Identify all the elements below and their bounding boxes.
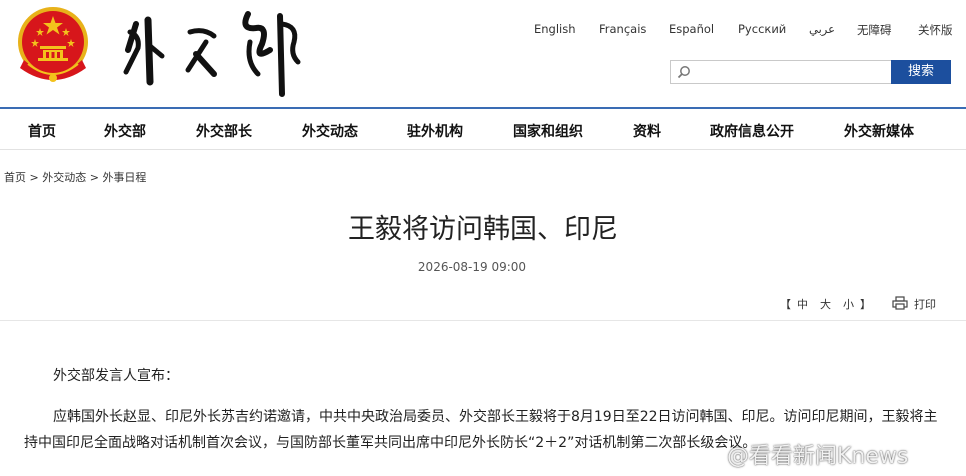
lang-french-link[interactable]: Français — [599, 22, 646, 36]
font-size-medium-button[interactable]: 中 — [797, 298, 808, 311]
printer-icon[interactable] — [892, 295, 912, 310]
nav-item-resources[interactable]: 资料 — [633, 121, 661, 141]
national-emblem-icon[interactable] — [16, 6, 90, 86]
main-nav: 首页 外交部 外交部长 外交动态 驻外机构 国家和组织 资料 政府信息公开 外交… — [0, 109, 966, 150]
lang-russian-link[interactable]: Русский — [738, 22, 786, 36]
watermark: @看看新闻Knews — [727, 444, 909, 469]
search-icon — [677, 66, 690, 79]
font-tools-right-bracket: 】 — [860, 298, 871, 311]
article-divider — [0, 320, 966, 321]
breadcrumb: 首页 > 外交动态 > 外事日程 — [4, 169, 146, 185]
search-button[interactable]: 搜索 — [891, 60, 951, 84]
font-size-small-button[interactable]: 小 — [843, 298, 854, 311]
breadcrumb-home-link[interactable]: 首页 — [4, 171, 26, 184]
nav-item-countries-organizations[interactable]: 国家和组织 — [513, 121, 583, 141]
search-input[interactable] — [670, 60, 893, 84]
lang-arabic-link[interactable]: عربي — [809, 22, 835, 36]
site-header: English Français Español Русский عربي 无障… — [0, 0, 966, 108]
nav-item-ministry[interactable]: 外交部 — [104, 121, 146, 141]
article-paragraph: 外交部发言人宣布： — [53, 368, 179, 384]
accessibility-link[interactable]: 无障碍 — [857, 22, 892, 38]
print-button[interactable]: 打印 — [914, 296, 936, 312]
nav-item-minister[interactable]: 外交部长 — [196, 121, 252, 141]
nav-item-new-media[interactable]: 外交新媒体 — [844, 121, 914, 141]
breadcrumb-news-link[interactable]: 外交动态 — [42, 171, 86, 184]
ministry-calligraphy-logo[interactable] — [118, 2, 308, 98]
breadcrumb-separator: > — [29, 171, 39, 184]
lang-spanish-link[interactable]: Español — [669, 22, 714, 36]
breadcrumb-separator: > — [89, 171, 99, 184]
language-switcher: English Français Español Русский عربي 无障… — [0, 22, 966, 38]
font-size-large-button[interactable]: 大 — [820, 298, 831, 311]
font-size-tools: 【中大小】 — [780, 296, 871, 312]
nav-item-diplomatic-news[interactable]: 外交动态 — [302, 121, 358, 141]
nav-item-missions-abroad[interactable]: 驻外机构 — [407, 121, 463, 141]
elder-care-mode-link[interactable]: 关怀版 — [918, 22, 953, 38]
article-title: 王毅将访问韩国、印尼 — [348, 214, 618, 245]
search-bar: 搜索 — [670, 60, 951, 84]
breadcrumb-schedule-link[interactable]: 外事日程 — [102, 171, 146, 184]
nav-item-home[interactable]: 首页 — [28, 121, 56, 141]
lang-english-link[interactable]: English — [534, 22, 576, 36]
font-tools-left-bracket: 【 — [780, 298, 791, 311]
article-date: 2026-08-19 09:00 — [417, 260, 527, 274]
nav-item-government-info[interactable]: 政府信息公开 — [710, 121, 794, 141]
